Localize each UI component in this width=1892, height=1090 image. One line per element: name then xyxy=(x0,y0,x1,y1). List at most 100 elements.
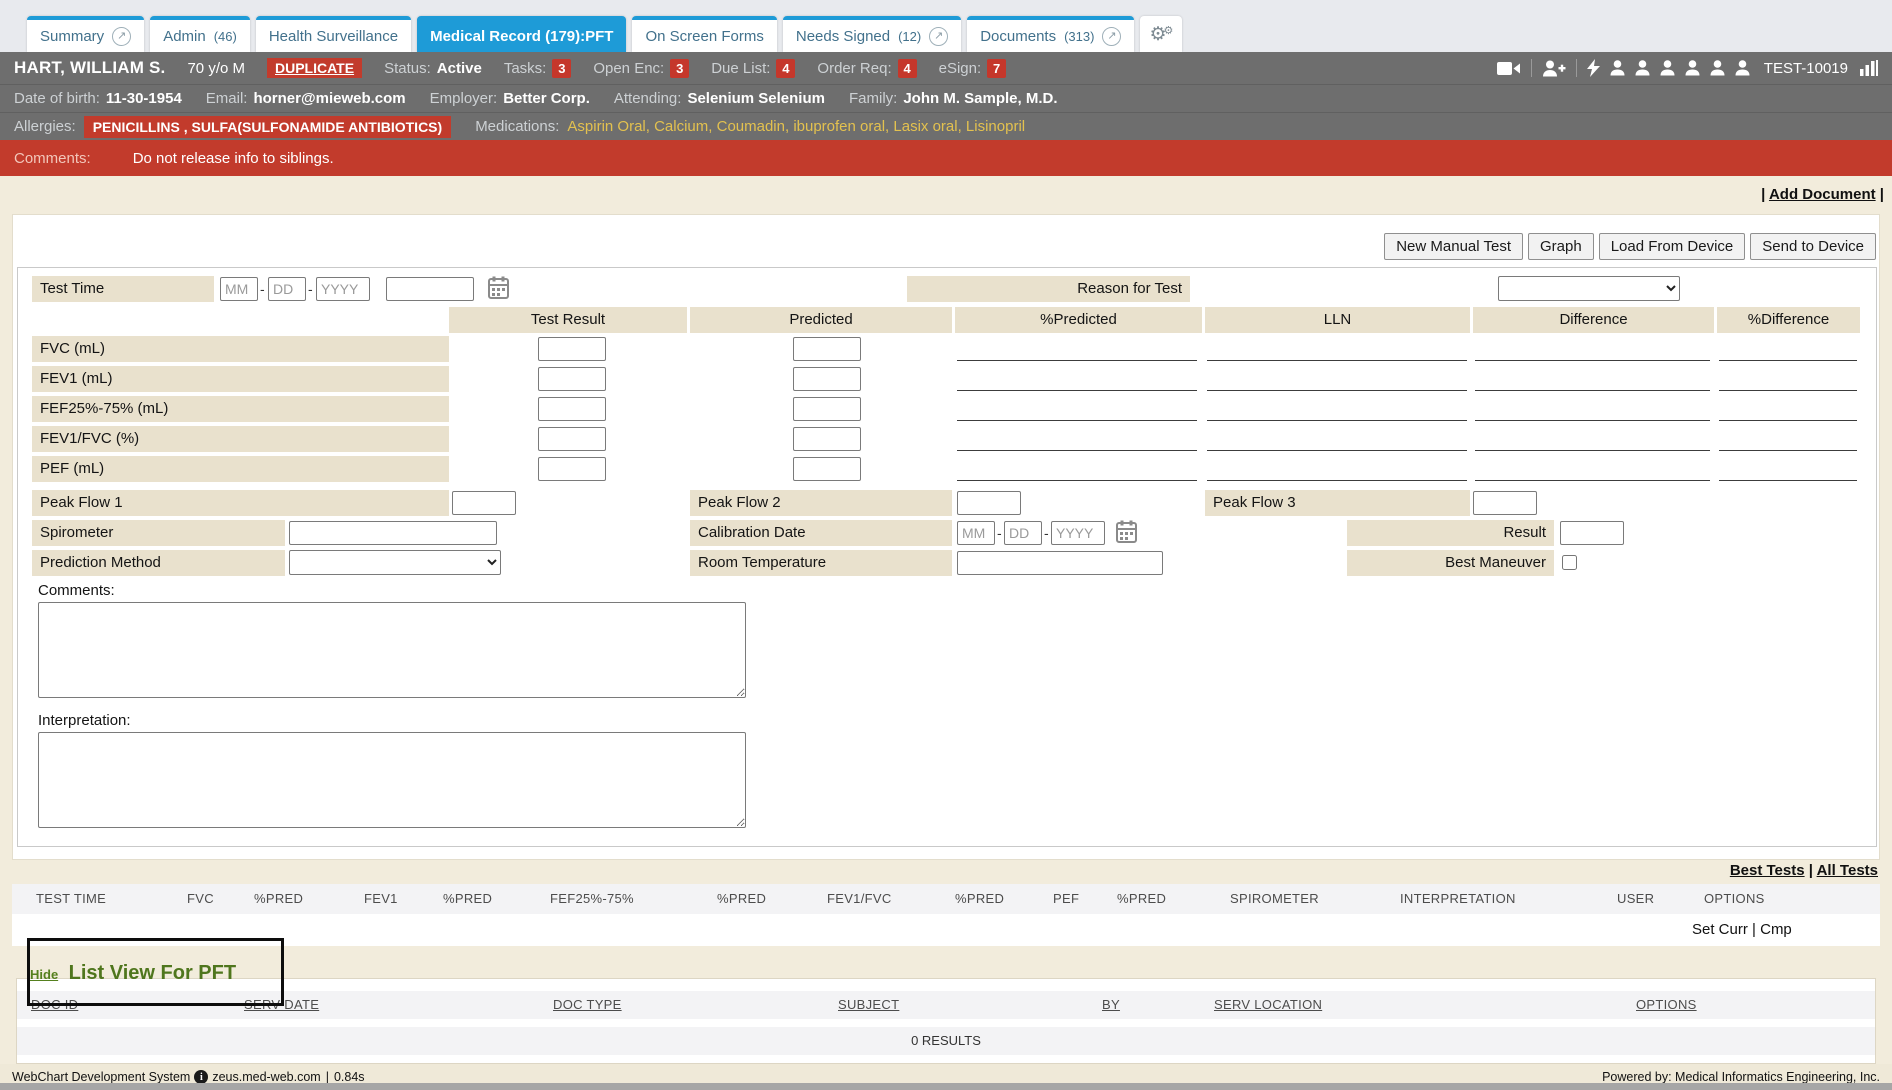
fev1-pct-difference-line xyxy=(1719,390,1857,391)
col-fvc: FVC xyxy=(187,891,214,906)
person-icon[interactable] xyxy=(1710,60,1725,76)
tab-medical-record[interactable]: Medical Record (179):PFT xyxy=(417,16,626,52)
cmp-link[interactable]: Cmp xyxy=(1760,921,1792,938)
tab-admin[interactable]: Admin (46) xyxy=(150,16,250,52)
calendar-icon[interactable] xyxy=(488,276,509,304)
hide-link[interactable]: Hide xyxy=(30,967,58,982)
due-list-badge[interactable]: 4 xyxy=(776,59,795,78)
test-date-dd-input[interactable] xyxy=(268,277,306,301)
list-view-title: Hide List View For PFT xyxy=(30,962,236,985)
tab-documents[interactable]: Documents (313) ↗ xyxy=(967,16,1134,52)
fev1-fvc-predicted-input[interactable] xyxy=(793,427,861,451)
settings-gear-tab[interactable]: ⚙⚙ xyxy=(1140,16,1182,52)
person-icon[interactable] xyxy=(1735,60,1750,76)
all-tests-link[interactable]: All Tests xyxy=(1817,862,1878,879)
shortcut-arrow-icon[interactable]: ↗ xyxy=(929,27,948,46)
best-tests-link[interactable]: Best Tests xyxy=(1730,862,1805,879)
fev1-predicted-input[interactable] xyxy=(793,367,861,391)
peak-flow-2-input[interactable] xyxy=(957,491,1021,515)
row-label-fev1: FEV1 (mL) xyxy=(32,366,449,392)
pef-predicted-input[interactable] xyxy=(793,457,861,481)
comments-bar-text: Do not release info to siblings. xyxy=(133,150,334,167)
fvc-predicted-input[interactable] xyxy=(793,337,861,361)
tab-on-screen-forms[interactable]: On Screen Forms xyxy=(632,16,776,52)
row-label-pef: PEF (mL) xyxy=(32,456,449,482)
add-document-link[interactable]: Add Document xyxy=(1769,186,1876,203)
date-dash: - xyxy=(260,281,265,297)
shortcut-arrow-icon[interactable]: ↗ xyxy=(112,27,131,46)
load-from-device-button[interactable]: Load From Device xyxy=(1599,233,1746,260)
graph-button[interactable]: Graph xyxy=(1528,233,1594,260)
tab-health-surveillance[interactable]: Health Surveillance xyxy=(256,16,411,52)
person-icon[interactable] xyxy=(1635,60,1650,76)
fvc-test-result-input[interactable] xyxy=(538,337,606,361)
spirometer-input[interactable] xyxy=(289,521,497,545)
col-subject[interactable]: SUBJECT xyxy=(838,997,899,1012)
peak-flow-3-label: Peak Flow 3 xyxy=(1205,490,1470,516)
reason-for-test-select[interactable] xyxy=(1498,276,1680,301)
person-icon[interactable] xyxy=(1660,60,1675,76)
col-spirometer: SPIROMETER xyxy=(1230,891,1319,906)
col-serv-date[interactable]: SERV DATE xyxy=(244,997,319,1012)
email-label: Email: xyxy=(206,90,248,107)
tab-bar: Summary ↗ Admin (46) Health Surveillance… xyxy=(0,0,1892,52)
peak-flow-3-input[interactable] xyxy=(1473,491,1537,515)
new-manual-test-button[interactable]: New Manual Test xyxy=(1384,233,1523,260)
open-enc-badge[interactable]: 3 xyxy=(670,59,689,78)
col-doc-id[interactable]: DOC ID xyxy=(31,997,78,1012)
fef-pct-difference-line xyxy=(1719,420,1857,421)
fvc-lln-line xyxy=(1207,360,1467,361)
duplicate-flag[interactable]: DUPLICATE xyxy=(267,58,362,78)
result-input[interactable] xyxy=(1560,521,1624,545)
send-to-device-button[interactable]: Send to Device xyxy=(1750,233,1876,260)
bar-chart-icon[interactable] xyxy=(1860,60,1878,76)
col-pct-pred: %PRED xyxy=(1117,891,1166,906)
video-camera-icon[interactable] xyxy=(1497,61,1521,76)
col-by[interactable]: BY xyxy=(1102,997,1120,1012)
calibration-dd-input[interactable] xyxy=(1004,521,1042,545)
tab-summary[interactable]: Summary ↗ xyxy=(27,16,144,52)
esign-badge[interactable]: 7 xyxy=(987,59,1006,78)
form-comments-label: Comments: xyxy=(38,582,115,599)
tests-filter-links: Best Tests | All Tests xyxy=(1730,862,1878,879)
status-label: Status: xyxy=(384,60,431,77)
tasks-badge[interactable]: 3 xyxy=(552,59,571,78)
prediction-method-select[interactable] xyxy=(289,550,501,575)
calendar-icon[interactable] xyxy=(1116,520,1137,548)
person-icon[interactable] xyxy=(1610,60,1625,76)
calibration-mm-input[interactable] xyxy=(957,521,995,545)
col-doc-type[interactable]: DOC TYPE xyxy=(553,997,622,1012)
form-comments-textarea[interactable] xyxy=(38,602,746,698)
fev1-test-result-input[interactable] xyxy=(538,367,606,391)
test-time-input[interactable] xyxy=(386,277,474,301)
shortcut-arrow-icon[interactable]: ↗ xyxy=(1102,27,1121,46)
fev1-fvc-pct-difference-line xyxy=(1719,450,1857,451)
col-options: OPTIONS xyxy=(1704,891,1765,906)
tab-needs-signed[interactable]: Needs Signed (12) ↗ xyxy=(783,16,961,52)
col-options[interactable]: OPTIONS xyxy=(1636,997,1697,1012)
person-icon[interactable] xyxy=(1685,60,1700,76)
order-req-badge[interactable]: 4 xyxy=(898,59,917,78)
best-maneuver-checkbox[interactable] xyxy=(1562,555,1577,570)
lightning-icon[interactable] xyxy=(1587,59,1600,77)
medications-list[interactable]: Aspirin Oral, Calcium, Coumadin, ibuprof… xyxy=(567,118,1025,135)
fef-predicted-input[interactable] xyxy=(793,397,861,421)
set-curr-link[interactable]: Set Curr xyxy=(1692,921,1748,938)
add-person-icon[interactable] xyxy=(1542,60,1566,77)
test-date-yyyy-input[interactable] xyxy=(316,277,370,301)
fvc-difference-line xyxy=(1475,360,1710,361)
calibration-yyyy-input[interactable] xyxy=(1051,521,1105,545)
test-date-mm-input[interactable] xyxy=(220,277,258,301)
tab-label: On Screen Forms xyxy=(645,28,763,45)
prediction-method-label: Prediction Method xyxy=(32,550,285,576)
peak-flow-1-input[interactable] xyxy=(452,491,516,515)
horizontal-scrollbar[interactable] xyxy=(0,1083,1892,1090)
pef-test-result-input[interactable] xyxy=(538,457,606,481)
interpretation-textarea[interactable] xyxy=(38,732,746,828)
comments-bar-label: Comments: xyxy=(14,150,91,167)
fev1-fvc-test-result-input[interactable] xyxy=(538,427,606,451)
room-temperature-input[interactable] xyxy=(957,551,1163,575)
col-serv-location[interactable]: SERV LOCATION xyxy=(1214,997,1322,1012)
fef-test-result-input[interactable] xyxy=(538,397,606,421)
info-icon[interactable]: i xyxy=(194,1070,208,1084)
